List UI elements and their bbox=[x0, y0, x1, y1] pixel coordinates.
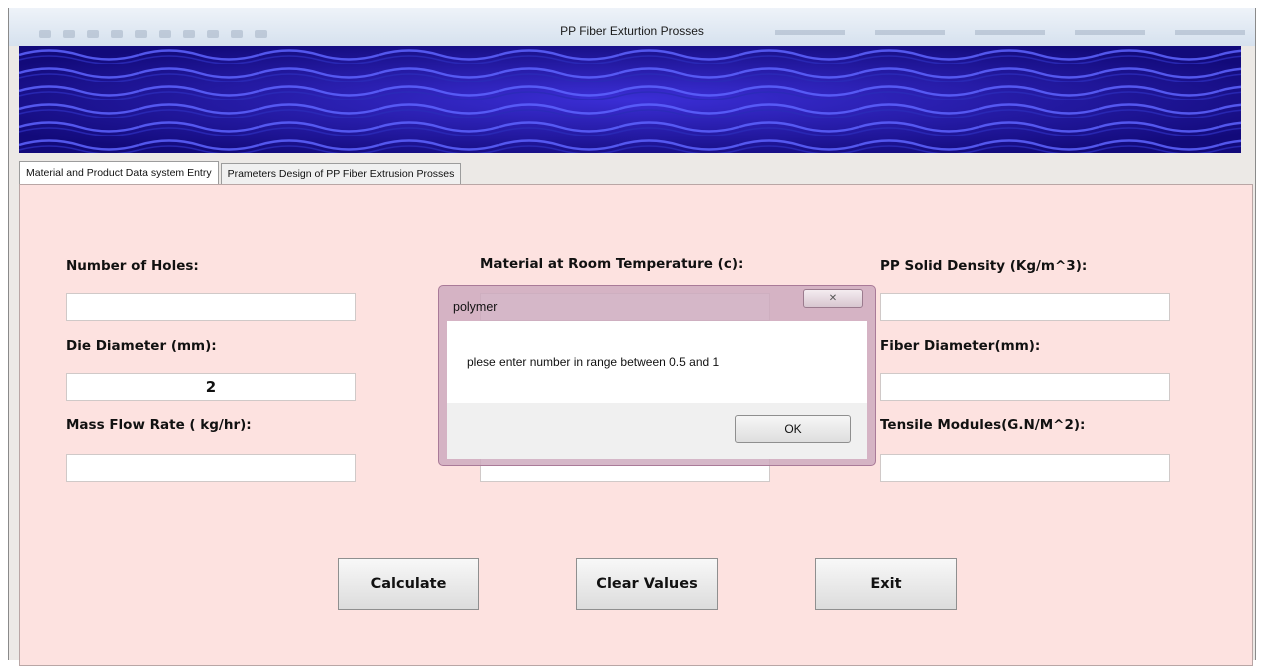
dialog-body: plese enter number in range between 0.5 … bbox=[447, 321, 867, 403]
label-material-room-temperature: Material at Room Temperature (c): bbox=[480, 256, 744, 272]
label-number-of-holes: Number of Holes: bbox=[66, 258, 199, 274]
ok-button[interactable]: OK bbox=[735, 415, 851, 443]
label-die-diameter: Die Diameter (mm): bbox=[66, 338, 217, 354]
label-pp-solid-density: PP Solid Density (Kg/m^3): bbox=[880, 258, 1088, 274]
calculate-button[interactable]: Calculate bbox=[338, 558, 479, 610]
pp-solid-density-input[interactable] bbox=[880, 293, 1170, 321]
label-tensile-modules: Tensile Modules(G.N/M^2): bbox=[880, 417, 1086, 433]
dialog-footer: OK bbox=[447, 403, 867, 459]
banner-image bbox=[19, 46, 1241, 153]
message-dialog: polymer ✕ plese enter number in range be… bbox=[438, 285, 876, 466]
label-mass-flow-rate: Mass Flow Rate ( kg/hr): bbox=[66, 417, 252, 433]
tab-strip: Material and Product Data system Entry P… bbox=[19, 161, 462, 185]
exit-button[interactable]: Exit bbox=[815, 558, 957, 610]
tab-parameters-design[interactable]: Prameters Design of PP Fiber Extrusion P… bbox=[220, 163, 462, 184]
mass-flow-rate-input[interactable] bbox=[66, 454, 356, 482]
dialog-message: plese enter number in range between 0.5 … bbox=[467, 355, 720, 369]
label-fiber-diameter: Fiber Diameter(mm): bbox=[880, 338, 1041, 354]
die-diameter-input[interactable]: 2 bbox=[66, 373, 356, 401]
number-of-holes-input[interactable] bbox=[66, 293, 356, 321]
tab-material-entry[interactable]: Material and Product Data system Entry bbox=[19, 161, 219, 184]
fiber-diameter-input[interactable] bbox=[880, 373, 1170, 401]
title-bar: PP Fiber Exturtion Prosses bbox=[9, 8, 1255, 46]
clear-values-button[interactable]: Clear Values bbox=[576, 558, 718, 610]
window-title: PP Fiber Exturtion Prosses bbox=[560, 24, 704, 38]
tensile-modules-input[interactable] bbox=[880, 454, 1170, 482]
close-icon[interactable]: ✕ bbox=[803, 289, 863, 308]
dialog-title: polymer bbox=[453, 300, 498, 314]
